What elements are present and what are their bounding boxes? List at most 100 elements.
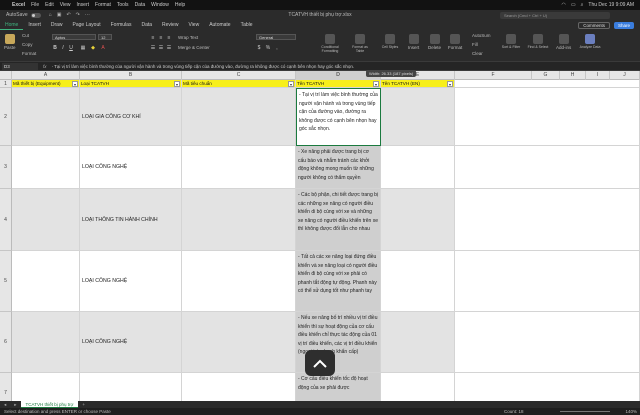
column-header-i[interactable]: I	[586, 71, 610, 80]
cell-d4[interactable]: - Các bộ phận, chi tiết được trang bị cá…	[296, 189, 381, 251]
more-icon[interactable]: ···	[85, 12, 90, 18]
cell-c5[interactable]	[182, 251, 296, 312]
menubar-clock[interactable]: Thu Dec 19 9:09 AM	[588, 2, 634, 8]
column-header-g[interactable]: G	[532, 71, 560, 80]
copy-button[interactable]: Copy	[22, 42, 33, 47]
align-middle-icon[interactable]: ≡	[158, 35, 164, 41]
empty-cell[interactable]	[455, 373, 640, 401]
filter-dropdown-icon[interactable]: ▾	[72, 81, 78, 87]
empty-cell[interactable]	[455, 189, 640, 251]
clear-button[interactable]: Clear	[472, 51, 483, 56]
zoom-value[interactable]: 140%	[625, 409, 637, 414]
header-cell-type[interactable]: Loại TCATVH ▾	[80, 80, 182, 88]
tab-page-layout[interactable]: Page Layout	[68, 20, 106, 30]
empty-cell[interactable]	[455, 312, 640, 373]
cell-e4[interactable]	[381, 189, 455, 251]
empty-cell[interactable]	[455, 146, 640, 189]
insert-cells-button[interactable]: Insert	[408, 34, 419, 50]
tab-insert[interactable]: Insert	[23, 20, 46, 30]
cell-e2[interactable]	[381, 88, 455, 146]
tab-review[interactable]: Review	[157, 20, 183, 30]
tab-view[interactable]: View	[183, 20, 204, 30]
zoom-slider[interactable]	[560, 411, 610, 412]
filter-dropdown-icon[interactable]: ▾	[447, 81, 453, 87]
format-as-table-button[interactable]: Format as Table	[348, 34, 372, 53]
format-cells-button[interactable]: Format	[448, 34, 462, 50]
autosave-control[interactable]: AutoSave	[6, 12, 41, 18]
row-header-5[interactable]: 5	[0, 251, 12, 312]
scroll-up-button[interactable]	[305, 350, 335, 376]
tab-formulas[interactable]: Formulas	[106, 20, 137, 30]
redo-icon[interactable]: ↷	[76, 12, 80, 18]
find-select-button[interactable]: Find & Select	[526, 34, 550, 49]
cell-b3[interactable]: LOẠI CÔNG NGHỆ	[80, 146, 182, 189]
column-header-f[interactable]: F	[455, 71, 532, 80]
empty-cell[interactable]	[455, 251, 640, 312]
cell-c3[interactable]	[182, 146, 296, 189]
font-name-select[interactable]: Aptos	[52, 34, 96, 40]
filter-dropdown-icon[interactable]: ▾	[288, 81, 294, 87]
header-cell-equipment[interactable]: Mã thiết bị (Equipment) ▾	[12, 80, 80, 88]
analyze-data-button[interactable]: Analyze Data	[578, 34, 602, 49]
font-size-select[interactable]: 12	[98, 34, 112, 40]
cell-b6[interactable]: LOẠI CÔNG NGHỆ	[80, 312, 182, 373]
sort-filter-button[interactable]: Sort & Filter	[500, 34, 522, 49]
name-box[interactable]: D3	[2, 62, 38, 70]
align-right-icon[interactable]: ☰	[166, 45, 172, 51]
cell-a7[interactable]	[12, 373, 80, 401]
fill-button[interactable]: Fill	[472, 42, 478, 47]
tab-automate[interactable]: Automate	[204, 20, 235, 30]
cell-c7[interactable]	[182, 373, 296, 401]
wifi-icon[interactable]: ◠	[561, 2, 565, 8]
row-header-4[interactable]: 4	[0, 189, 12, 251]
bold-button[interactable]: B	[52, 45, 58, 51]
menu-insert[interactable]: Insert	[77, 2, 90, 8]
row-header-1[interactable]: 1	[0, 80, 12, 88]
column-header-h[interactable]: H	[560, 71, 586, 80]
cell-a3[interactable]	[12, 146, 80, 189]
filter-dropdown-icon[interactable]: ▾	[373, 81, 379, 87]
align-center-icon[interactable]: ☰	[158, 45, 164, 51]
save-icon[interactable]: ▣	[57, 12, 62, 18]
cell-d7[interactable]: - Cơ cấu điều khiển tốc độ hoạt động của…	[296, 373, 381, 401]
empty-cell[interactable]	[455, 80, 640, 88]
cell-e6[interactable]	[381, 312, 455, 373]
cell-b4[interactable]: LOẠI THÔNG TIN HÀNH CHÍNH	[80, 189, 182, 251]
cell-e5[interactable]	[381, 251, 455, 312]
italic-button[interactable]: I	[60, 45, 66, 51]
underline-button[interactable]: U	[68, 45, 74, 51]
autosum-button[interactable]: AutoSum	[472, 33, 491, 38]
comments-button[interactable]: Comments	[578, 21, 610, 29]
header-cell-name[interactable]: Tên TCATVH ▾	[296, 80, 381, 88]
tab-draw[interactable]: Draw	[46, 20, 68, 30]
cell-e7[interactable]	[381, 373, 455, 401]
empty-cell[interactable]	[455, 88, 640, 146]
addins-button[interactable]: Add-ins	[556, 34, 571, 50]
cell-d3[interactable]: - Xe nâng phải được trang bị cơ cấu báo …	[296, 146, 381, 189]
column-header-b[interactable]: B	[80, 71, 182, 80]
cell-d2[interactable]: - Tại vị trí làm việc bình thường của ng…	[296, 88, 381, 146]
column-header-c[interactable]: C	[182, 71, 296, 80]
header-cell-standard-code[interactable]: Mã tiêu chuẩn ▾	[182, 80, 296, 88]
header-cell-name-en[interactable]: Tên TCATVH (EN) ▾	[381, 80, 455, 88]
sheet-nav-right-icon[interactable]: ▸	[14, 402, 16, 408]
fill-color-icon[interactable]: ◆	[90, 45, 96, 51]
tab-table[interactable]: Table	[236, 20, 258, 30]
currency-icon[interactable]: $	[256, 45, 262, 51]
align-left-icon[interactable]: ☰	[150, 45, 156, 51]
add-sheet-icon[interactable]: +	[82, 402, 85, 407]
search-spotlight-icon[interactable]: ⌕	[581, 2, 584, 8]
fx-icon[interactable]: fx	[43, 64, 47, 69]
menu-data[interactable]: Data	[135, 2, 146, 8]
row-header-6[interactable]: 6	[0, 312, 12, 373]
menu-format[interactable]: Format	[95, 2, 111, 8]
menu-tools[interactable]: Tools	[117, 2, 129, 8]
search-input[interactable]: Search (Cmd + Ctrl + U)	[500, 11, 610, 19]
cell-a6[interactable]	[12, 312, 80, 373]
delete-cells-button[interactable]: Delete	[428, 34, 441, 50]
conditional-formatting-button[interactable]: Conditional Formatting	[318, 34, 342, 53]
cell-c6[interactable]	[182, 312, 296, 373]
autosave-toggle[interactable]	[30, 12, 41, 18]
tab-home[interactable]: Home	[0, 20, 24, 30]
row-header-2[interactable]: 2	[0, 88, 12, 146]
